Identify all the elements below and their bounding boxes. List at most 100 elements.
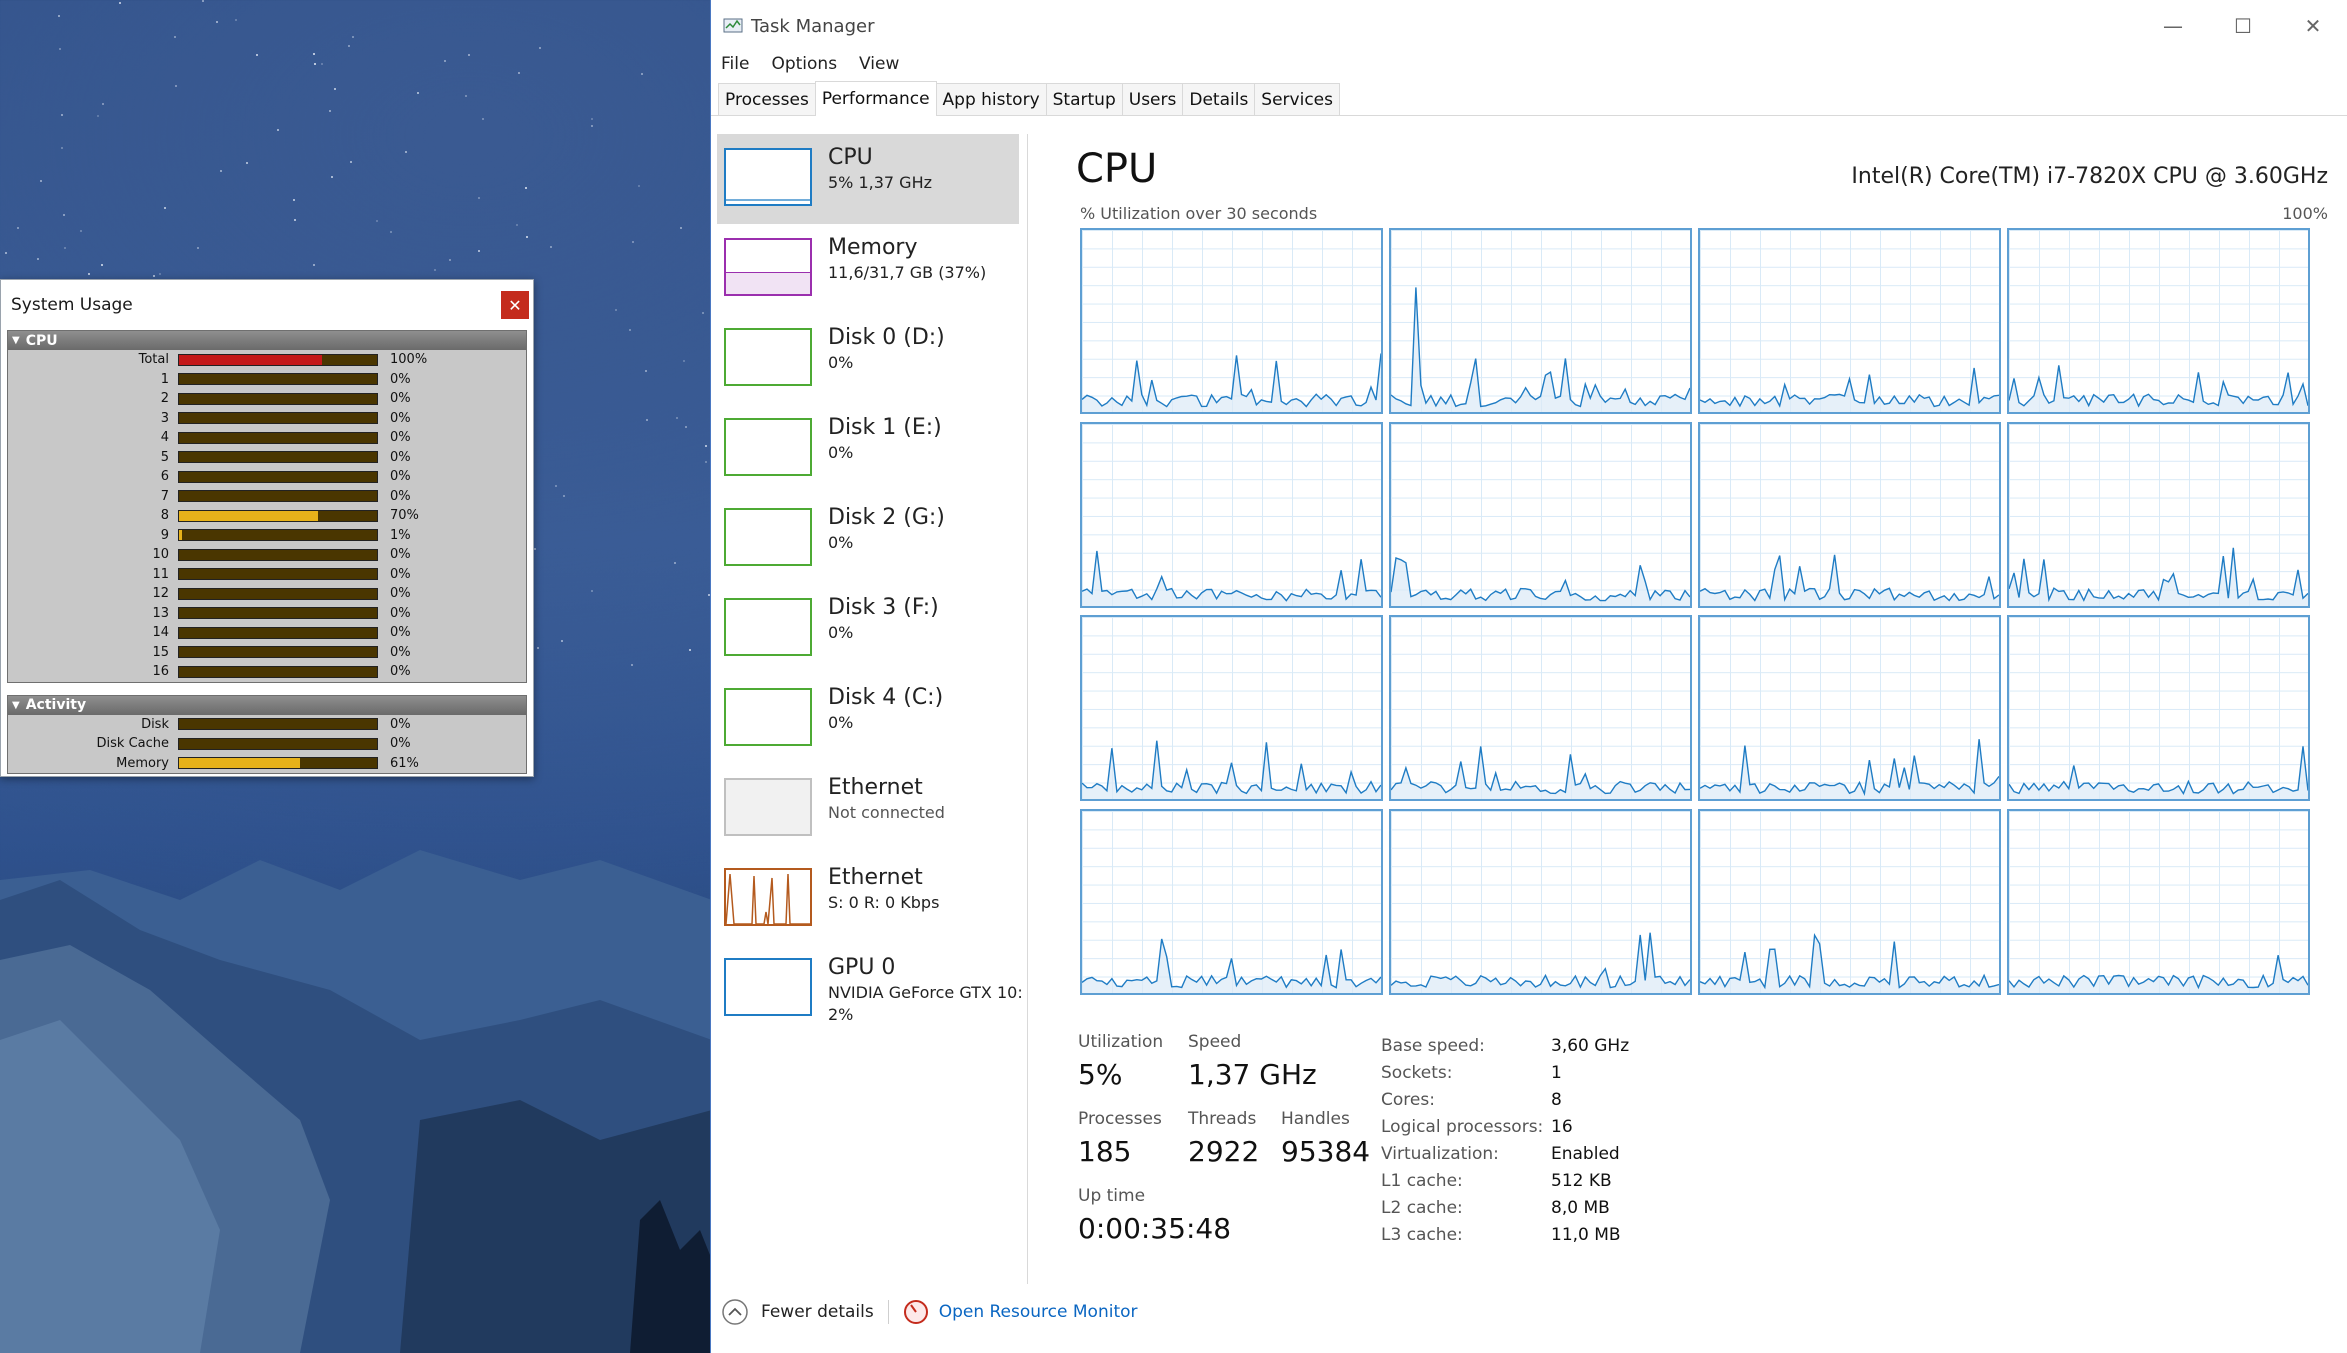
resource-name: Disk 2 (G:)	[828, 505, 945, 530]
close-window-icon[interactable]: ✕	[2278, 0, 2347, 52]
usage-row: 13 0%	[8, 604, 526, 624]
resource-thumbnail-graph	[724, 238, 812, 296]
menu-file[interactable]: File	[721, 54, 749, 74]
resource-item-cpu-0[interactable]: CPU 5% 1,37 GHz	[717, 134, 1019, 224]
cpu-thumbnail-line	[726, 199, 810, 201]
maximize-icon[interactable]: ☐	[2208, 0, 2278, 52]
fewer-details-button[interactable]: Fewer details	[761, 1302, 874, 1322]
resource-item-ethernet-7[interactable]: Ethernet Not connected	[711, 764, 1027, 854]
menu-view[interactable]: View	[859, 54, 899, 74]
menu-options[interactable]: Options	[771, 54, 837, 74]
usage-row-percent: 0%	[390, 547, 411, 563]
usage-row-percent: 70%	[390, 508, 419, 524]
usage-bar	[178, 353, 378, 366]
usage-bar-fill	[179, 510, 318, 521]
spec-value: 8,0 MB	[1551, 1197, 1610, 1218]
tab-details[interactable]: Details	[1182, 83, 1256, 115]
usage-row-label: 2	[160, 391, 169, 407]
resource-item-ethernet-8[interactable]: Ethernet S: 0 R: 0 Kbps	[711, 854, 1027, 944]
resource-item-memory-1[interactable]: Memory 11,6/31,7 GB (37%)	[711, 224, 1027, 314]
cpu-heading: CPU	[1076, 146, 1158, 192]
usage-row-label: 7	[160, 488, 169, 504]
logical-processor-graph-7	[1698, 421, 2001, 608]
usage-row-percent: 0%	[390, 371, 411, 387]
spec-key: L1 cache:	[1381, 1170, 1463, 1191]
cpu-section-label: CPU	[25, 332, 58, 349]
usage-row: 3 0%	[8, 409, 526, 429]
task-manager-window[interactable]: Task Manager — ☐ ✕ File Options View Pro…	[710, 0, 2347, 1353]
logical-processor-graph-16	[2007, 808, 2310, 995]
minimize-icon[interactable]: —	[2138, 0, 2208, 52]
tab-processes[interactable]: Processes	[718, 83, 816, 115]
utilization-label: % Utilization over 30 seconds	[1080, 204, 1318, 223]
usage-bar	[178, 431, 378, 444]
spec-key: Cores:	[1381, 1089, 1435, 1110]
tab-performance[interactable]: Performance	[814, 81, 937, 116]
resource-item-gpu-0-9[interactable]: GPU 0 NVIDIA GeForce GTX 10: 2%	[711, 944, 1027, 1034]
stat-uptime: Up time 0:00:35:48	[1078, 1186, 1232, 1245]
spec-key: Virtualization:	[1381, 1143, 1499, 1164]
resource-name: Disk 1 (E:)	[828, 415, 942, 440]
usage-bar	[178, 665, 378, 678]
usage-row-percent: 0%	[390, 391, 411, 407]
collapse-triangle-icon[interactable]: ▼	[12, 700, 20, 711]
usage-row-label: 13	[152, 605, 169, 621]
cpu-usage-line	[2009, 746, 2308, 799]
resource-item-disk-4-c-6[interactable]: Disk 4 (C:) 0%	[711, 674, 1027, 764]
resource-name: Disk 4 (C:)	[828, 685, 944, 710]
usage-bar	[178, 568, 378, 581]
resource-text: Ethernet S: 0 R: 0 Kbps	[828, 865, 939, 912]
usage-bar-fill	[179, 530, 182, 541]
memory-fill	[726, 272, 810, 294]
tab-services[interactable]: Services	[1254, 83, 1340, 115]
usage-bar	[178, 548, 378, 561]
system-usage-titlebar[interactable]: System Usage ✕	[1, 280, 533, 330]
resource-thumbnail-graph	[724, 148, 812, 206]
resource-thumbnail-graph	[724, 418, 812, 476]
utilization-max-label: 100%	[2282, 204, 2328, 223]
tab-users[interactable]: Users	[1121, 83, 1184, 115]
resource-name: Memory	[828, 235, 918, 260]
tab-app-history[interactable]: App history	[935, 83, 1047, 115]
spec-row: Cores: 8	[1381, 1086, 1629, 1113]
resource-text: Disk 3 (F:) 0%	[828, 595, 939, 642]
usage-bar	[178, 757, 378, 770]
close-icon[interactable]: ✕	[501, 291, 529, 319]
tab-startup[interactable]: Startup	[1045, 83, 1123, 115]
usage-bar	[178, 373, 378, 386]
tab-bar: Processes Performance App history Startu…	[711, 80, 2347, 116]
open-resource-monitor-link[interactable]: Open Resource Monitor	[939, 1302, 1138, 1322]
logical-processor-graphs[interactable]	[1080, 228, 2320, 998]
logical-processor-graph-15	[1698, 808, 2001, 995]
resource-text: CPU 5% 1,37 GHz	[828, 145, 932, 192]
usage-bar-fill	[179, 354, 322, 365]
collapse-triangle-icon[interactable]: ▼	[12, 335, 20, 346]
activity-section-header[interactable]: ▼ Activity	[8, 695, 526, 715]
spec-row: L1 cache: 512 KB	[1381, 1167, 1629, 1194]
title-bar[interactable]: Task Manager — ☐ ✕	[711, 0, 2347, 52]
resource-item-disk-2-g-4[interactable]: Disk 2 (G:) 0%	[711, 494, 1027, 584]
footer-divider	[887, 1300, 889, 1324]
resource-thumbnail-graph	[724, 778, 812, 836]
chevron-up-circle-icon[interactable]	[721, 1298, 749, 1326]
resource-item-disk-1-e-3[interactable]: Disk 1 (E:) 0%	[711, 404, 1027, 494]
resource-thumbnail-graph	[724, 688, 812, 746]
resource-text: Disk 0 (D:) 0%	[828, 325, 945, 372]
usage-row-percent: 0%	[390, 605, 411, 621]
usage-row-label: 5	[160, 449, 169, 465]
cpu-section-header[interactable]: ▼ CPU	[8, 331, 526, 350]
spec-row: L2 cache: 8,0 MB	[1381, 1194, 1629, 1221]
usage-row-label: 10	[152, 547, 169, 563]
usage-row-percent: 0%	[390, 430, 411, 446]
usage-row-label: Total	[138, 352, 169, 368]
resource-subtext: 5% 1,37 GHz	[828, 173, 933, 192]
usage-row: 9 1%	[8, 526, 526, 546]
resource-name: Disk 3 (F:)	[828, 595, 939, 620]
resource-item-disk-0-d-2[interactable]: Disk 0 (D:) 0%	[711, 314, 1027, 404]
usage-bar	[178, 470, 378, 483]
logical-processor-graph-12	[2007, 615, 2310, 801]
logical-processor-graph-1	[1080, 228, 1383, 414]
resource-item-disk-3-f-5[interactable]: Disk 3 (F:) 0%	[711, 584, 1027, 674]
usage-row: Memory 61%	[8, 754, 526, 774]
system-usage-window[interactable]: System Usage ✕ ▼ CPU Total 100% 1 0% 2 0% 3 0% 4…	[0, 279, 534, 777]
